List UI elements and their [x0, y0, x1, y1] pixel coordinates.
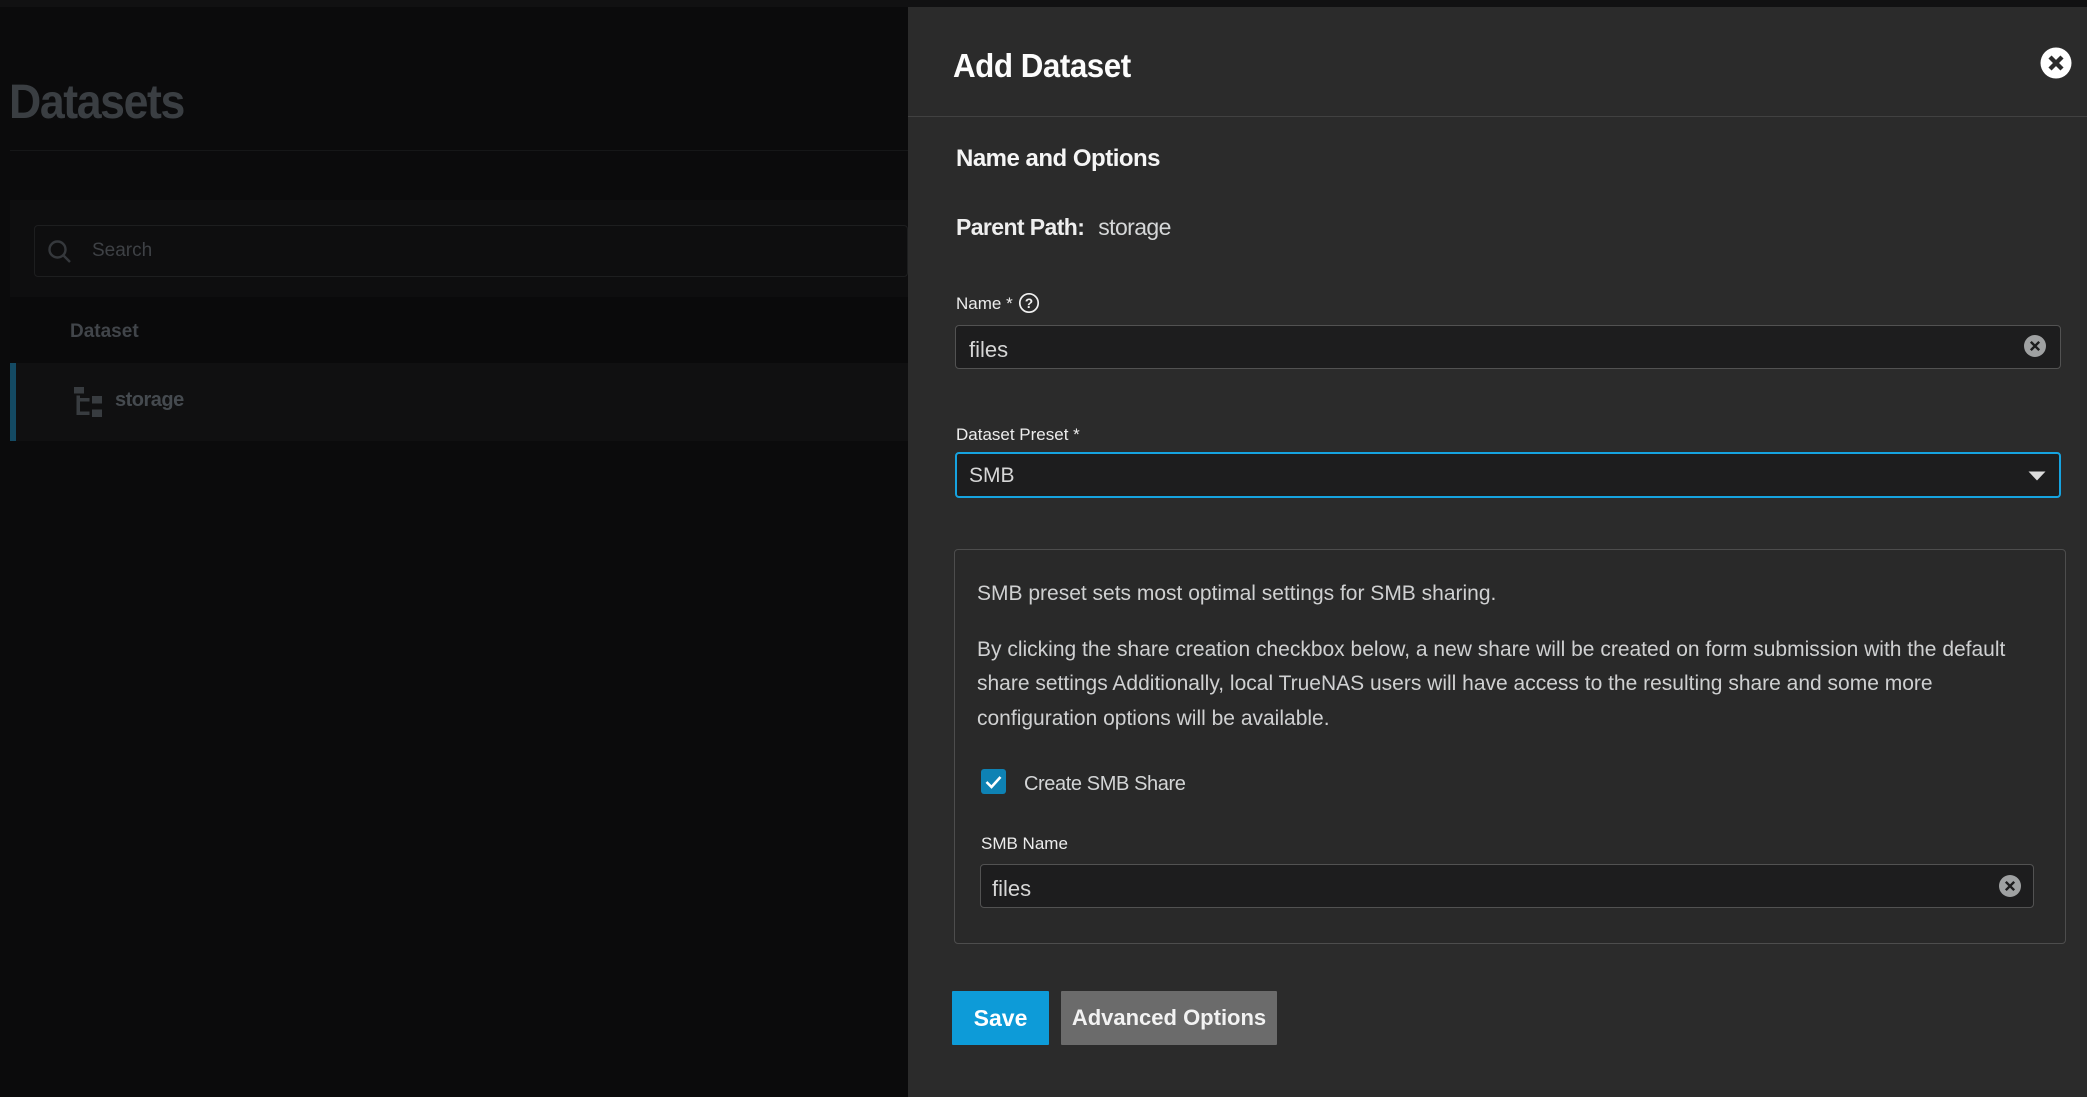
- svg-text:?: ?: [1025, 296, 1033, 311]
